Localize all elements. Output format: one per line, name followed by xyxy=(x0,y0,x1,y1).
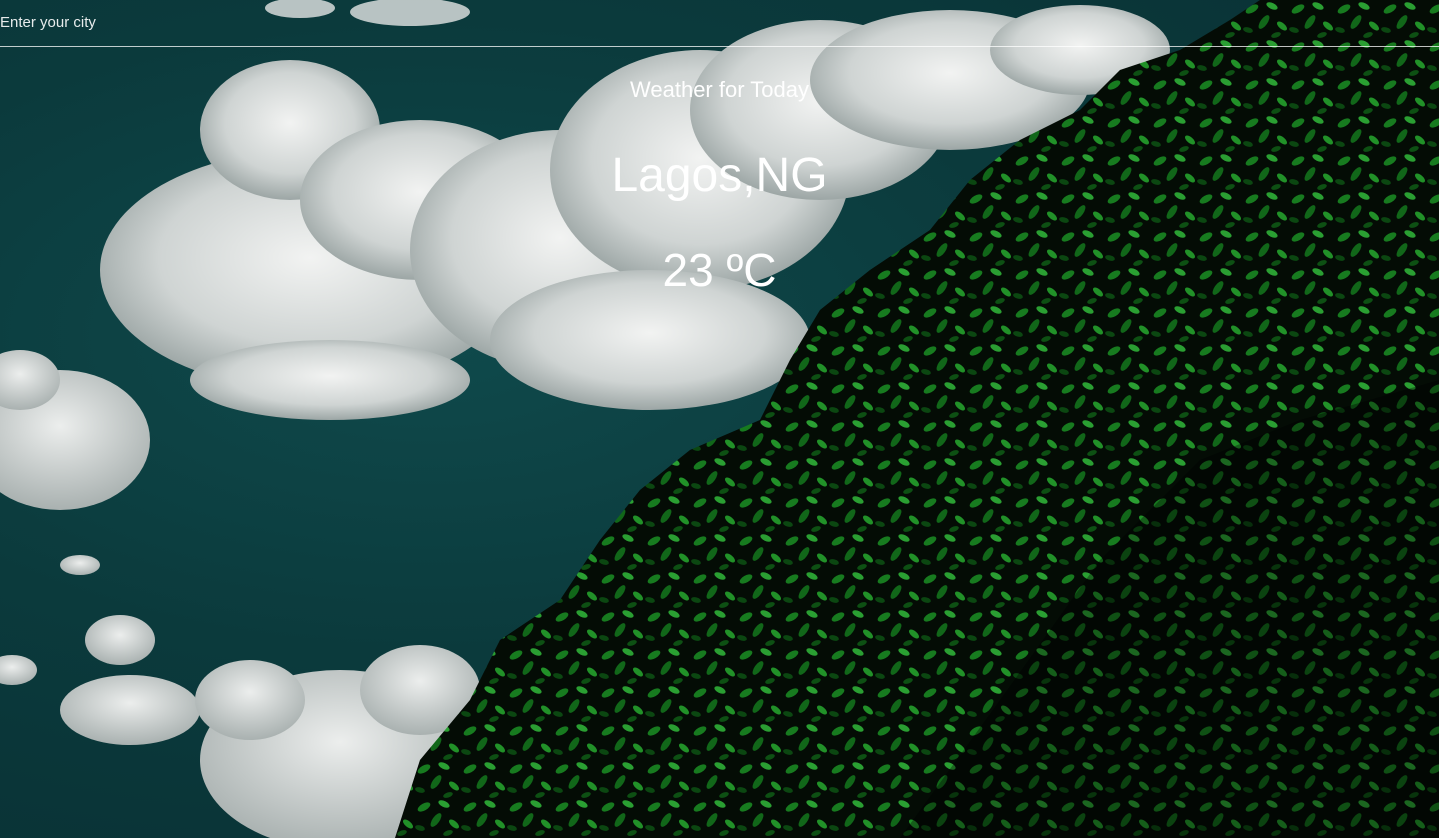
search-bar xyxy=(0,0,1439,47)
background-image xyxy=(0,0,1439,838)
city-search-input[interactable] xyxy=(0,0,1439,46)
weather-heading: Weather for Today xyxy=(630,77,809,102)
location-name: Lagos,NG xyxy=(611,149,828,202)
temperature-value: 23 ºC xyxy=(662,244,777,296)
